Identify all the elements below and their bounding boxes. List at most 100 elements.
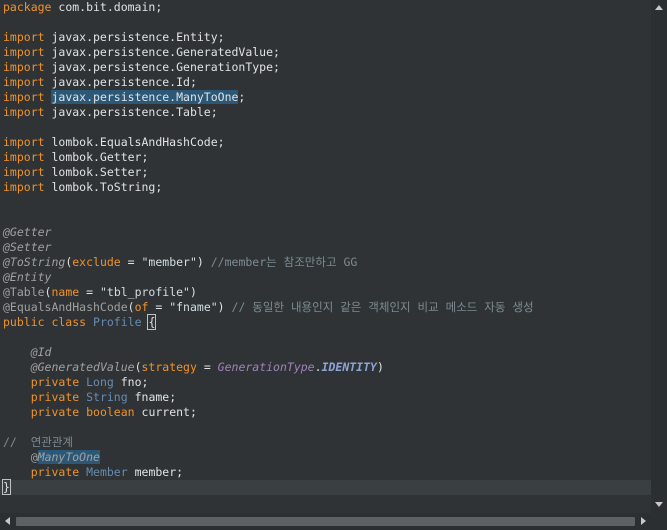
- code-editor[interactable]: package com.bit.domain; import javax.per…: [0, 0, 651, 513]
- scroll-up-arrow-icon[interactable]: [655, 5, 663, 10]
- annotation-attribute: of: [134, 300, 149, 314]
- paren: ): [217, 300, 225, 314]
- horizontal-scroll-thumb[interactable]: [16, 517, 635, 526]
- code-line-import[interactable]: import lombok.ToString;: [3, 180, 162, 195]
- annotation-attribute: name: [51, 285, 80, 299]
- code-line-annotation[interactable]: @ToString(exclude = "member") //member는 …: [3, 255, 357, 270]
- annotation: @EqualsAndHashCode: [3, 300, 128, 314]
- annotation: @Setter: [3, 240, 52, 254]
- comment: // 동일한 내용인지 같은 객체인지 비교 메소드 자동 생성: [224, 300, 534, 314]
- code-line-annotation[interactable]: @Table(name = "tbl_profile"): [3, 285, 197, 300]
- keyword: import: [3, 90, 45, 104]
- field-name: member;: [134, 465, 184, 479]
- scroll-right-arrow-icon[interactable]: [641, 517, 646, 525]
- field-type: Member: [86, 465, 128, 479]
- operator: =: [79, 285, 100, 299]
- code-line-annotation[interactable]: @ManyToOne: [3, 450, 100, 465]
- keyword: import: [3, 45, 45, 59]
- import-path: javax.persistence.Table;: [44, 105, 218, 119]
- import-path: javax.persistence.GenerationType;: [44, 60, 280, 74]
- import-path: lombok.ToString;: [44, 180, 163, 194]
- annotation-attribute: strategy: [141, 360, 197, 374]
- selected-text[interactable]: javax.persistence.ManyToOne: [51, 90, 239, 104]
- keyword: private: [30, 390, 80, 404]
- code-line-annotation[interactable]: @EqualsAndHashCode(of = "fname") // 동일한 …: [3, 300, 534, 315]
- annotation: @Entity: [3, 270, 52, 284]
- keyword: import: [3, 150, 45, 164]
- open-brace: {: [147, 314, 157, 330]
- paren: ): [189, 285, 197, 299]
- import-path: javax.persistence.Id;: [44, 75, 197, 89]
- field-name: fno;: [120, 375, 149, 389]
- code-line-comment[interactable]: // 연관관계: [3, 435, 73, 450]
- package-name: com.bit.domain;: [51, 0, 163, 14]
- keyword: import: [3, 135, 45, 149]
- code-line-import[interactable]: import javax.persistence.Entity;: [3, 30, 225, 45]
- code-line-field[interactable]: private Long fno;: [3, 375, 149, 390]
- code-line-import[interactable]: import javax.persistence.Table;: [3, 105, 218, 120]
- keyword: import: [3, 30, 45, 44]
- string-literal: "fname": [169, 300, 218, 314]
- field-name: fname;: [134, 390, 177, 404]
- code-line-field[interactable]: private String fname;: [3, 390, 176, 405]
- paren: (: [127, 300, 135, 314]
- annotation-attribute: exclude: [72, 255, 121, 269]
- field-type: boolean: [86, 405, 135, 419]
- code-line-class-declaration[interactable]: public class Profile {: [3, 314, 157, 330]
- operator: =: [120, 255, 142, 269]
- import-path: javax.persistence.GeneratedValue;: [44, 45, 280, 59]
- code-line-import[interactable]: import javax.persistence.GeneratedValue;: [3, 45, 280, 60]
- annotation-at: @: [30, 450, 38, 464]
- code-line-import[interactable]: import javax.persistence.Id;: [3, 75, 197, 90]
- selected-text[interactable]: ManyToOne: [37, 450, 100, 464]
- field-type: String: [86, 390, 128, 404]
- scroll-left-arrow-icon[interactable]: [5, 517, 10, 525]
- annotation: @GeneratedValue: [30, 360, 135, 374]
- annotation: @Id: [30, 345, 52, 359]
- import-path: javax.persistence.Entity;: [44, 30, 225, 44]
- code-line-close-brace[interactable]: }: [2, 479, 11, 495]
- code-line-annotation[interactable]: @Entity: [3, 270, 51, 285]
- semicolon: ;: [238, 90, 246, 104]
- operator: =: [148, 300, 170, 314]
- import-path: lombok.Setter;: [44, 165, 149, 179]
- scrollbar-corner: [651, 513, 667, 530]
- keyword: private: [30, 465, 80, 479]
- paren: ): [376, 360, 384, 374]
- code-line-import[interactable]: import lombok.Setter;: [3, 165, 148, 180]
- keyword: import: [3, 60, 45, 74]
- import-path: lombok.Getter;: [44, 150, 149, 164]
- code-line-annotation[interactable]: @Id: [3, 345, 52, 360]
- annotation: @Getter: [3, 225, 52, 239]
- field-type: Long: [86, 375, 114, 389]
- string-literal: "tbl_profile": [99, 285, 190, 299]
- code-line-annotation[interactable]: @Setter: [3, 240, 51, 255]
- code-line-annotation[interactable]: @Getter: [3, 225, 51, 240]
- keyword: import: [3, 105, 45, 119]
- code-line-import[interactable]: import javax.persistence.ManyToOne;: [3, 90, 245, 105]
- class-name: Profile: [93, 315, 142, 329]
- scroll-down-arrow-icon[interactable]: [655, 502, 663, 507]
- code-line-import[interactable]: import lombok.EqualsAndHashCode;: [3, 135, 225, 150]
- code-line-package[interactable]: package com.bit.domain;: [3, 0, 162, 15]
- dot: .: [314, 360, 322, 374]
- code-line-annotation[interactable]: @GeneratedValue(strategy = GenerationTyp…: [3, 360, 384, 375]
- code-line-import[interactable]: import javax.persistence.GenerationType;: [3, 60, 280, 75]
- current-line-highlight: [0, 480, 651, 495]
- keyword: private: [30, 375, 80, 389]
- paren: ): [196, 255, 204, 269]
- code-line-import[interactable]: import lombok.Getter;: [3, 150, 148, 165]
- horizontal-scrollbar[interactable]: [0, 513, 651, 530]
- enum-type: GenerationType: [217, 360, 315, 374]
- annotation: @ToString: [3, 255, 66, 269]
- keyword: public class: [3, 315, 87, 329]
- vertical-scrollbar[interactable]: [651, 0, 667, 513]
- string-literal: "member": [141, 255, 197, 269]
- code-line-field[interactable]: private Member member;: [3, 465, 183, 480]
- comment: //member는 참조만하고 GG: [203, 255, 358, 269]
- field-name: current;: [141, 405, 197, 419]
- import-path: lombok.EqualsAndHashCode;: [44, 135, 225, 149]
- annotation: @Table: [3, 285, 45, 299]
- code-line-field[interactable]: private boolean current;: [3, 405, 197, 420]
- keyword: import: [3, 75, 45, 89]
